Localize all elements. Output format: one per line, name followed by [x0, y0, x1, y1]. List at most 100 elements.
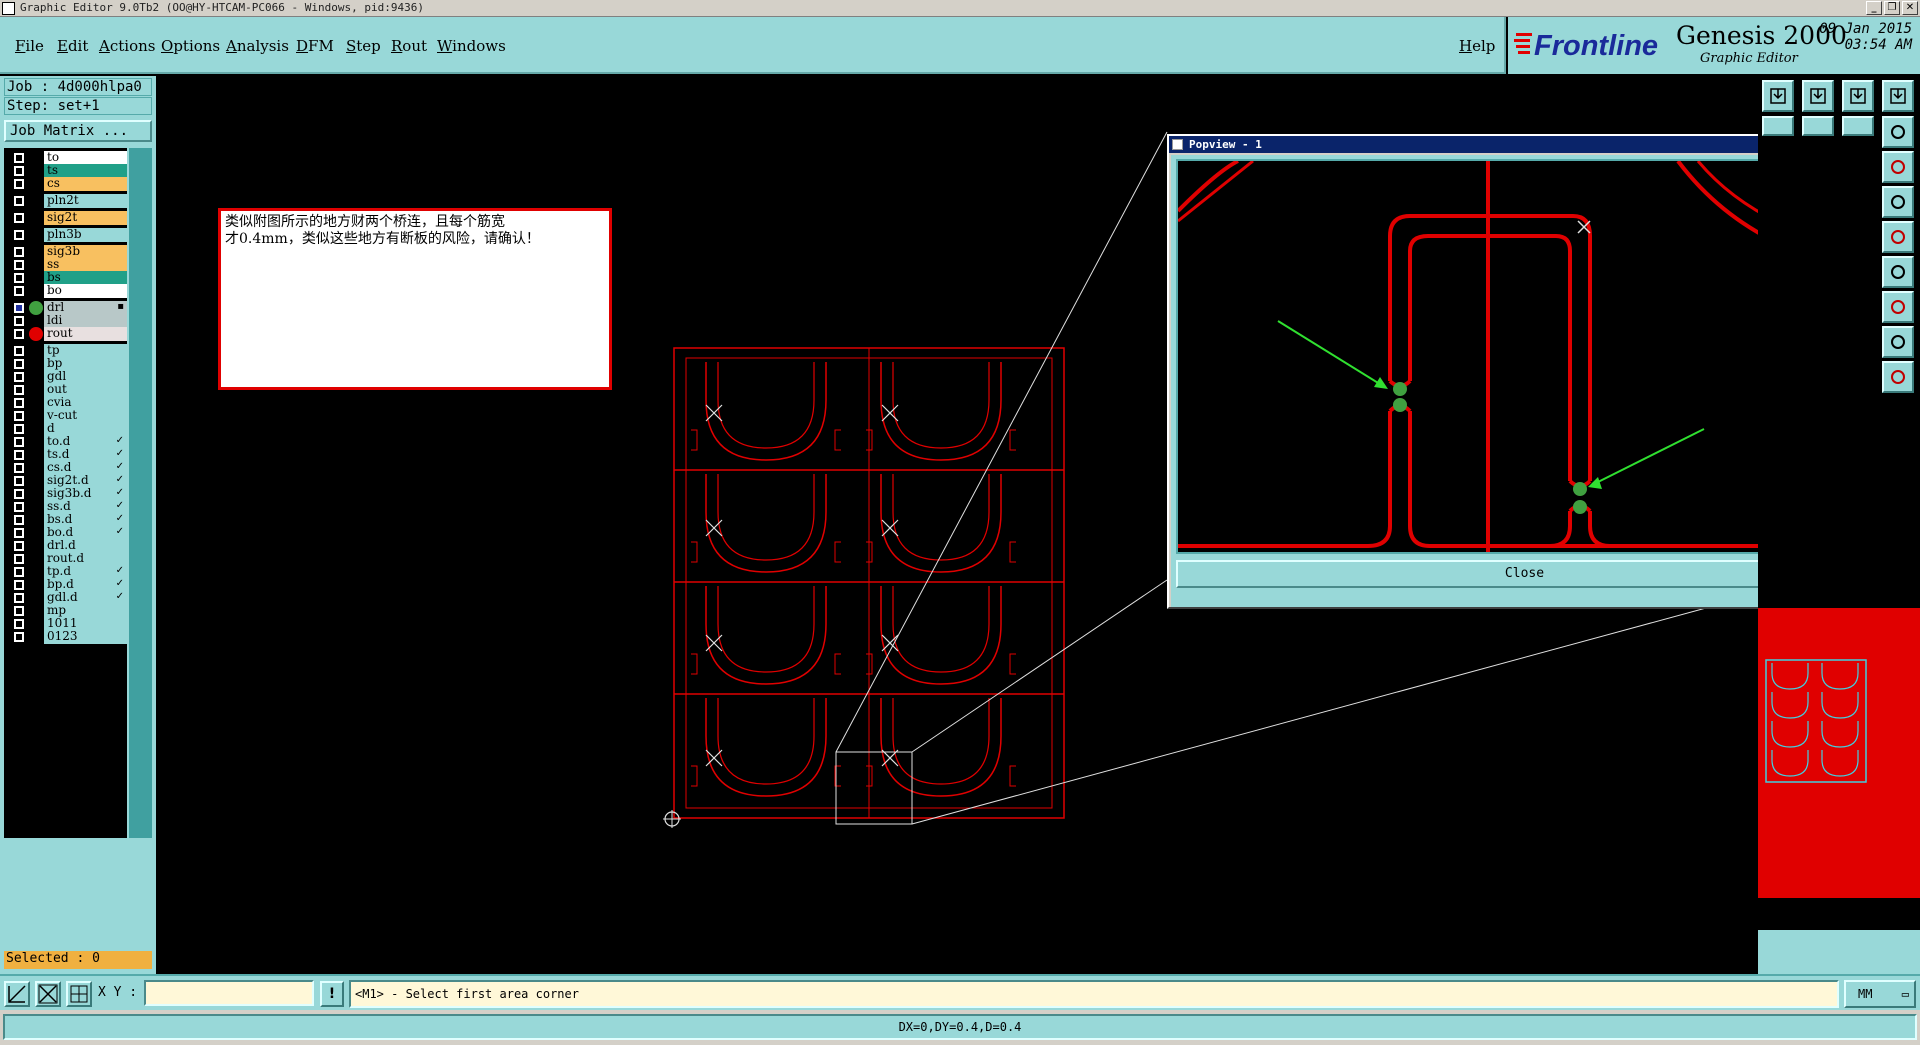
minimize-button[interactable]: _ — [1866, 1, 1882, 15]
close-window-button[interactable]: ✕ — [1902, 1, 1918, 15]
grid-icon[interactable] — [66, 981, 92, 1007]
layer-list-scrollbar[interactable] — [129, 148, 152, 838]
layer-name[interactable]: bs — [44, 271, 127, 285]
layer-row-ss[interactable]: ss — [8, 258, 127, 272]
menu-help[interactable]: Help — [1459, 37, 1495, 55]
layer-row-ldi[interactable]: ldi — [8, 314, 127, 328]
layer-row-drl[interactable]: drl ▪ — [8, 301, 127, 315]
layer-row-pln2t[interactable]: pln2t — [8, 194, 127, 208]
layer-row-0123[interactable]: 0123 — [8, 630, 127, 644]
layer-name[interactable]: mp — [44, 604, 127, 618]
layer-checkbox[interactable] — [14, 554, 24, 564]
layer-name[interactable]: ts.d ✓ — [44, 448, 127, 462]
xy-input[interactable] — [144, 980, 314, 1006]
layer-name[interactable]: ss.d ✓ — [44, 500, 127, 514]
layer-row-sig3b-d[interactable]: sig3b.d ✓ — [8, 487, 127, 501]
layer-name[interactable]: sig2t — [44, 211, 127, 225]
layer-name[interactable]: bo.d ✓ — [44, 526, 127, 540]
layer-name[interactable]: gdl — [44, 370, 127, 384]
route-icon[interactable] — [1882, 221, 1914, 253]
circle-icon[interactable] — [1882, 186, 1914, 218]
layer-row-sig2t[interactable]: sig2t — [8, 211, 127, 225]
layer-name[interactable]: bo — [44, 284, 127, 298]
layer-name[interactable]: 1011 — [44, 617, 127, 631]
layer-checkbox[interactable] — [14, 179, 24, 189]
window-split-icon[interactable] — [1882, 80, 1914, 112]
layer-checkbox[interactable] — [14, 372, 24, 382]
layer-name[interactable]: ss — [44, 258, 127, 272]
undo-icon[interactable] — [1762, 116, 1794, 136]
layer-name[interactable]: rout.d — [44, 552, 127, 566]
layer-checkbox[interactable] — [14, 593, 24, 603]
restore-button[interactable]: ❐ — [1884, 1, 1900, 15]
layer-row-out[interactable]: out — [8, 383, 127, 397]
layer-name[interactable]: bp.d ✓ — [44, 578, 127, 592]
layer-row-pln3b[interactable]: pln3b — [8, 228, 127, 242]
layer-checkbox[interactable] — [14, 606, 24, 616]
units-selector[interactable]: MM ▭ — [1844, 980, 1916, 1008]
layer-row-bo-d[interactable]: bo.d ✓ — [8, 526, 127, 540]
layer-name[interactable]: to — [44, 151, 127, 165]
layer-checkbox[interactable] — [14, 463, 24, 473]
layer-checkbox[interactable] — [14, 580, 24, 590]
layer-checkbox[interactable] — [14, 398, 24, 408]
layer-checkbox[interactable] — [14, 450, 24, 460]
layer-checkbox[interactable] — [14, 385, 24, 395]
layer-name[interactable]: d — [44, 422, 127, 436]
question-icon[interactable] — [1882, 116, 1914, 148]
menu-windows[interactable]: Windows — [437, 37, 506, 55]
layer-name[interactable]: rout — [44, 327, 127, 341]
font-icon[interactable] — [1882, 256, 1914, 288]
shapes-icon[interactable] — [1882, 291, 1914, 323]
redo-icon[interactable] — [1802, 116, 1834, 136]
layer-name[interactable]: 0123 — [44, 630, 127, 644]
layer-row-cs-d[interactable]: cs.d ✓ — [8, 461, 127, 475]
layer-row-bp[interactable]: bp — [8, 357, 127, 371]
layer-name[interactable]: bp — [44, 357, 127, 371]
layer-checkbox[interactable] — [14, 359, 24, 369]
layer-row-v-cut[interactable]: v-cut — [8, 409, 127, 423]
zoom-home-icon[interactable] — [1762, 80, 1794, 112]
layer-checkbox[interactable] — [14, 166, 24, 176]
zoom-fit-icon[interactable] — [1802, 80, 1834, 112]
layer-row-1011[interactable]: 1011 — [8, 617, 127, 631]
menu-dfm[interactable]: DFM — [296, 37, 334, 55]
layer-row-rout-d[interactable]: rout.d — [8, 552, 127, 566]
layer-row-mp[interactable]: mp — [8, 604, 127, 618]
layer-checkbox[interactable] — [14, 567, 24, 577]
layer-name[interactable]: gdl.d ✓ — [44, 591, 127, 605]
layer-checkbox[interactable] — [14, 632, 24, 642]
layer-row-ss-d[interactable]: ss.d ✓ — [8, 500, 127, 514]
layer-checkbox[interactable] — [14, 230, 24, 240]
layer-name[interactable]: tp.d ✓ — [44, 565, 127, 579]
layer-name[interactable]: cs — [44, 177, 127, 191]
layer-name[interactable]: cvia — [44, 396, 127, 410]
layer-row-tp[interactable]: tp — [8, 344, 127, 358]
layer-checkbox[interactable] — [14, 303, 24, 313]
layer-name[interactable]: tp — [44, 344, 127, 358]
measure-icon[interactable] — [4, 981, 30, 1007]
layer-name[interactable]: pln2t — [44, 194, 127, 208]
layer-name[interactable]: sig3b.d ✓ — [44, 487, 127, 501]
layer-row-drl-d[interactable]: drl.d — [8, 539, 127, 553]
layer-name[interactable]: ldi — [44, 314, 127, 328]
menu-analysis[interactable]: Analysis — [226, 37, 289, 55]
copy-icon[interactable] — [1842, 116, 1874, 136]
layer-row-to[interactable]: to — [8, 151, 127, 165]
layer-row-d[interactable]: d — [8, 422, 127, 436]
layer-checkbox[interactable] — [14, 273, 24, 283]
layer-checkbox[interactable] — [14, 196, 24, 206]
layer-row-bo[interactable]: bo — [8, 284, 127, 298]
layer-checkbox[interactable] — [14, 247, 24, 257]
menu-step[interactable]: Step — [346, 37, 381, 55]
layer-checkbox[interactable] — [14, 619, 24, 629]
layer-checkbox[interactable] — [14, 153, 24, 163]
layer-checkbox[interactable] — [14, 476, 24, 486]
overview-minimap[interactable] — [1758, 608, 1920, 898]
layer-checkbox[interactable] — [14, 528, 24, 538]
layer-row-rout[interactable]: rout — [8, 327, 127, 341]
layer-color-icon[interactable] — [1882, 151, 1914, 183]
home-view-icon[interactable] — [1842, 80, 1874, 112]
layer-row-bp-d[interactable]: bp.d ✓ — [8, 578, 127, 592]
layer-checkbox[interactable] — [14, 437, 24, 447]
